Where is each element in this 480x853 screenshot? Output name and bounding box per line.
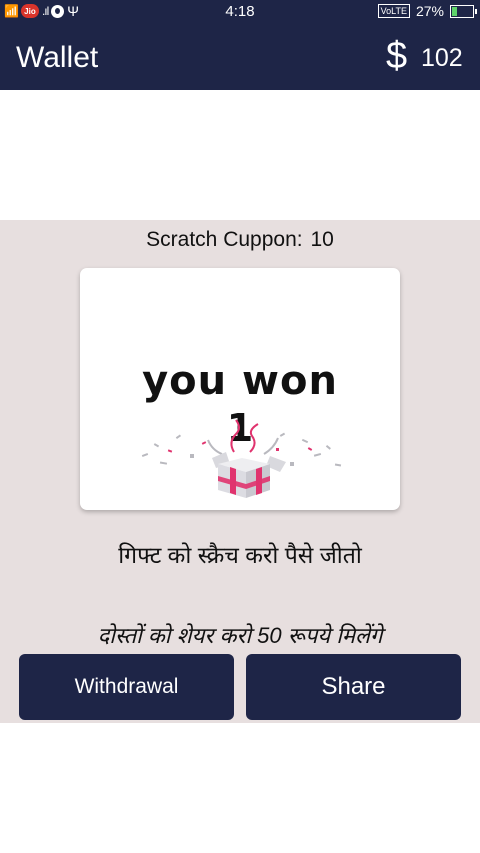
scratch-card[interactable]: you won 1: [80, 268, 400, 510]
scratch-hint-text: गिफ्ट को स्क्रैच करो पैसे जीतो: [118, 542, 362, 568]
share-hint-text: दोस्तों को शेयर करो 50 रूपये मिलेंगे: [97, 623, 383, 648]
page-title: Wallet: [16, 41, 99, 74]
battery-percent: 27%: [415, 3, 444, 19]
battery-fill: [452, 6, 457, 16]
share-button[interactable]: Share: [246, 654, 461, 720]
scratch-cuppon-count: Scratch Cuppon: 10: [0, 228, 480, 252]
app-bar: Wallet $ 102: [0, 24, 480, 90]
scratch-cuppon-label: Scratch Cuppon:: [146, 228, 303, 251]
scratch-cuppon-value: 10: [310, 228, 334, 251]
wallet-balance: 102: [421, 44, 463, 72]
dollar-icon: $: [386, 35, 408, 77]
status-bar: 📶 Jio .ıl Ψ 4:18 VoLTE 27%: [0, 0, 480, 24]
scratch-section: Scratch Cuppon: 10 you won 1 गिफ्ट को स्…: [0, 220, 480, 723]
gift-box-icon: [141, 419, 342, 498]
won-text: you won: [142, 358, 338, 404]
battery-charging-icon: [450, 4, 477, 18]
volte-badge: VoLTE: [377, 4, 410, 18]
status-right-icons: VoLTE 27%: [377, 3, 477, 19]
withdrawal-button[interactable]: Withdrawal: [19, 654, 234, 720]
